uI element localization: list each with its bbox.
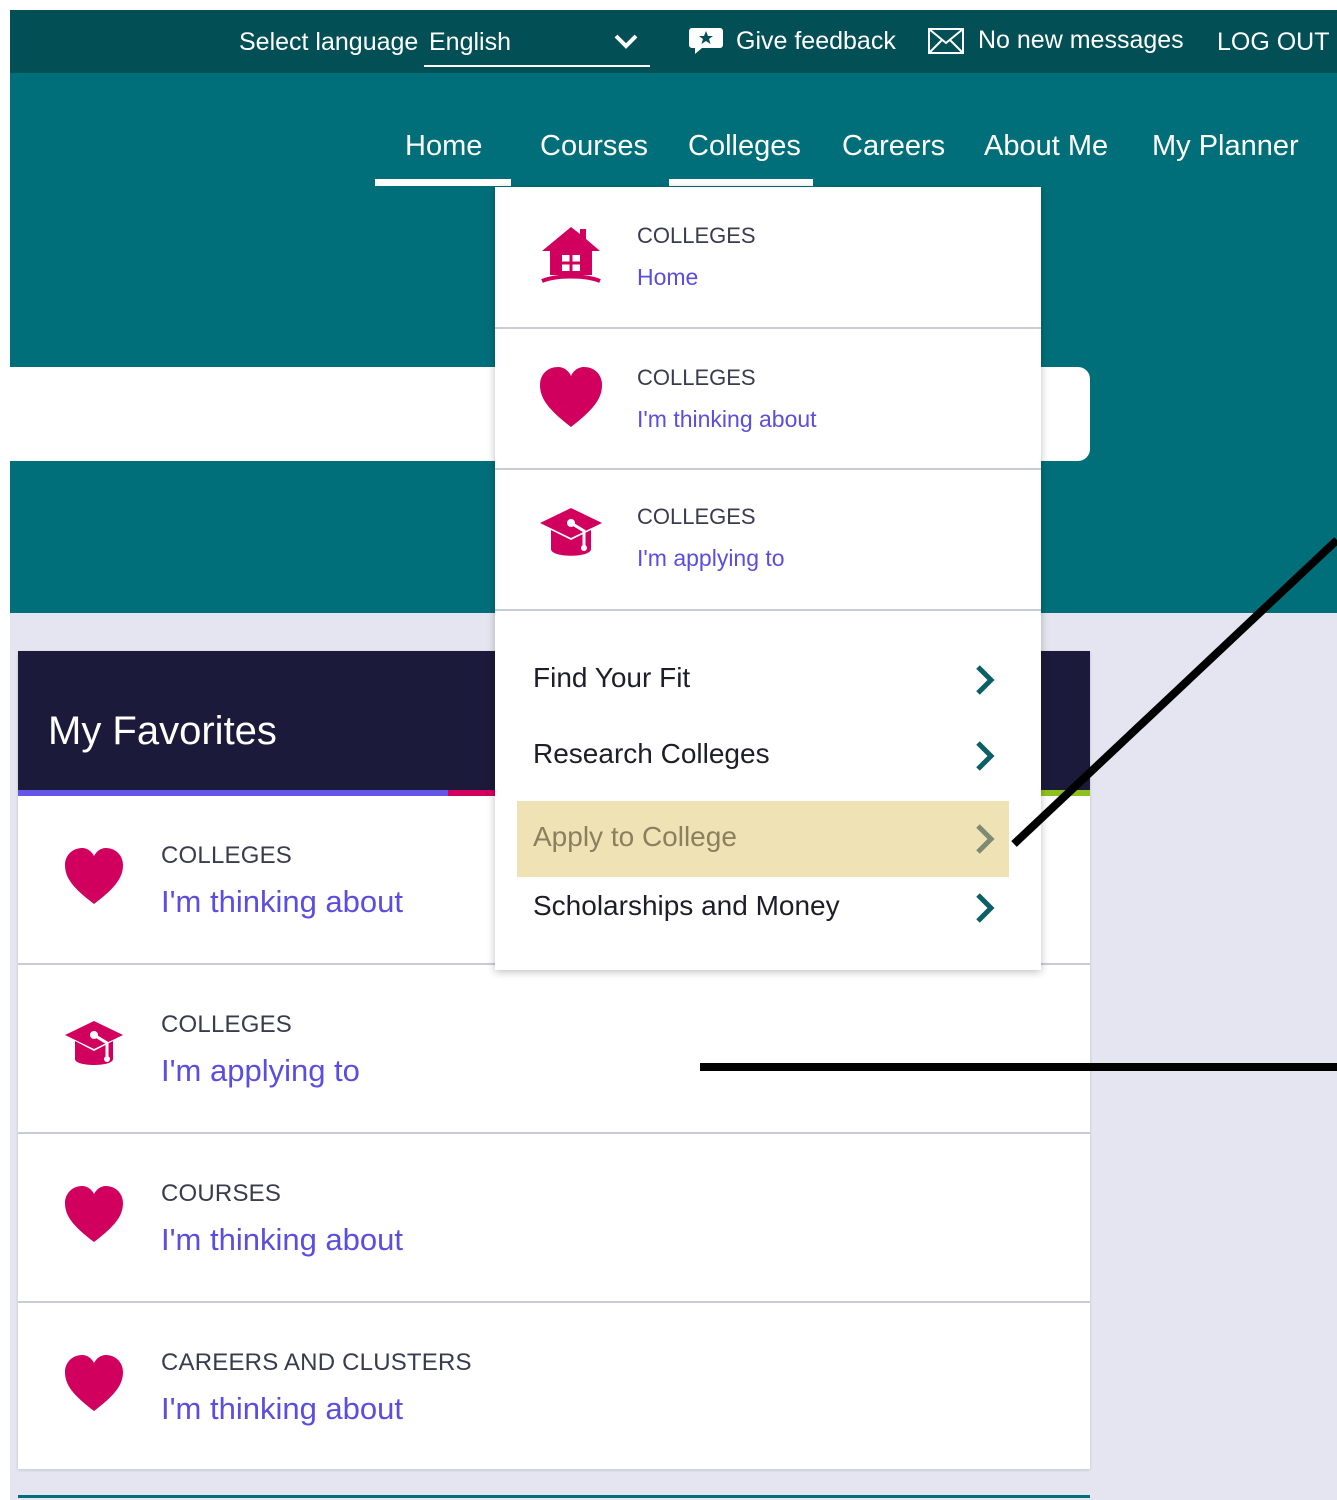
dropdown-section-applying[interactable]: COLLEGES I'm applying to — [495, 470, 1041, 611]
menu-item-label: Find Your Fit — [533, 662, 691, 693]
nav-my-planner[interactable]: My Planner — [1152, 130, 1299, 163]
language-select[interactable]: English — [424, 22, 650, 67]
menu-item-apply-to-college[interactable]: Apply to College — [517, 801, 1009, 877]
envelope-icon — [928, 27, 964, 54]
favorite-row[interactable]: COURSES I'm thinking about — [18, 1134, 1090, 1303]
favorite-category: COLLEGES — [161, 1011, 292, 1038]
dropdown-category: COLLEGES — [637, 365, 756, 390]
nav-courses[interactable]: Courses — [540, 130, 648, 163]
give-feedback-link[interactable]: Give feedback — [688, 26, 896, 56]
dropdown-link[interactable]: I'm applying to — [637, 545, 785, 572]
menu-item-scholarships[interactable]: Scholarships and Money — [517, 870, 1009, 946]
nav-home-underline — [375, 179, 511, 186]
graduation-cap-icon — [65, 1021, 123, 1065]
favorites-title: My Favorites — [48, 709, 277, 753]
favorite-row[interactable]: COLLEGES I'm applying to — [18, 965, 1090, 1134]
heart-icon — [540, 367, 602, 427]
chevron-right-icon — [976, 893, 995, 923]
chevron-down-icon — [614, 34, 638, 49]
favorite-link[interactable]: I'm thinking about — [161, 1391, 403, 1427]
chevron-right-icon — [976, 741, 995, 771]
nav-colleges[interactable]: Colleges — [688, 130, 801, 163]
favorite-category: CAREERS AND CLUSTERS — [161, 1349, 472, 1376]
language-value: English — [429, 28, 511, 56]
feedback-icon — [689, 28, 723, 54]
favorite-row[interactable]: CAREERS AND CLUSTERS I'm thinking about — [18, 1303, 1090, 1469]
menu-item-research-colleges[interactable]: Research Colleges — [517, 718, 1009, 794]
dropdown-link[interactable]: Home — [637, 264, 698, 291]
dropdown-section-home[interactable]: COLLEGES Home — [495, 187, 1041, 329]
nav-about-me[interactable]: About Me — [984, 130, 1108, 163]
language-label: Select language — [239, 28, 419, 56]
nav-home[interactable]: Home — [405, 130, 482, 163]
feedback-label: Give feedback — [736, 26, 896, 55]
main-nav: Home Courses Colleges Careers About Me M… — [0, 130, 1337, 186]
logout-button[interactable]: LOG OUT — [1217, 28, 1330, 57]
dropdown-category: COLLEGES — [637, 223, 756, 248]
messages-link[interactable]: No new messages — [928, 26, 1184, 55]
nav-careers[interactable]: Careers — [842, 130, 945, 163]
favorite-link[interactable]: I'm applying to — [161, 1053, 360, 1089]
bottom-divider — [18, 1495, 1090, 1498]
dropdown-category: COLLEGES — [637, 504, 756, 529]
heart-icon — [65, 1355, 123, 1411]
menu-item-label: Scholarships and Money — [533, 890, 840, 921]
menu-item-find-your-fit[interactable]: Find Your Fit — [517, 642, 1009, 718]
graduation-cap-icon — [540, 508, 602, 556]
utility-bar: Select language English Give feedback No… — [10, 10, 1337, 73]
menu-item-label: Research Colleges — [533, 738, 770, 769]
favorite-category: COLLEGES — [161, 842, 292, 869]
chevron-right-icon — [976, 665, 995, 695]
menu-item-label: Apply to College — [533, 821, 737, 852]
messages-label: No new messages — [978, 26, 1184, 54]
heart-icon — [65, 1186, 123, 1242]
nav-colleges-underline — [669, 179, 813, 186]
dropdown-link[interactable]: I'm thinking about — [637, 406, 817, 433]
favorite-category: COURSES — [161, 1180, 282, 1207]
colleges-dropdown-menu: COLLEGES Home COLLEGES I'm thinking abou… — [495, 187, 1041, 970]
chevron-right-icon — [976, 824, 995, 854]
house-icon — [541, 227, 601, 283]
dropdown-section-thinking[interactable]: COLLEGES I'm thinking about — [495, 329, 1041, 470]
favorite-link[interactable]: I'm thinking about — [161, 1222, 403, 1258]
favorite-link[interactable]: I'm thinking about — [161, 884, 403, 920]
heart-icon — [65, 848, 123, 904]
